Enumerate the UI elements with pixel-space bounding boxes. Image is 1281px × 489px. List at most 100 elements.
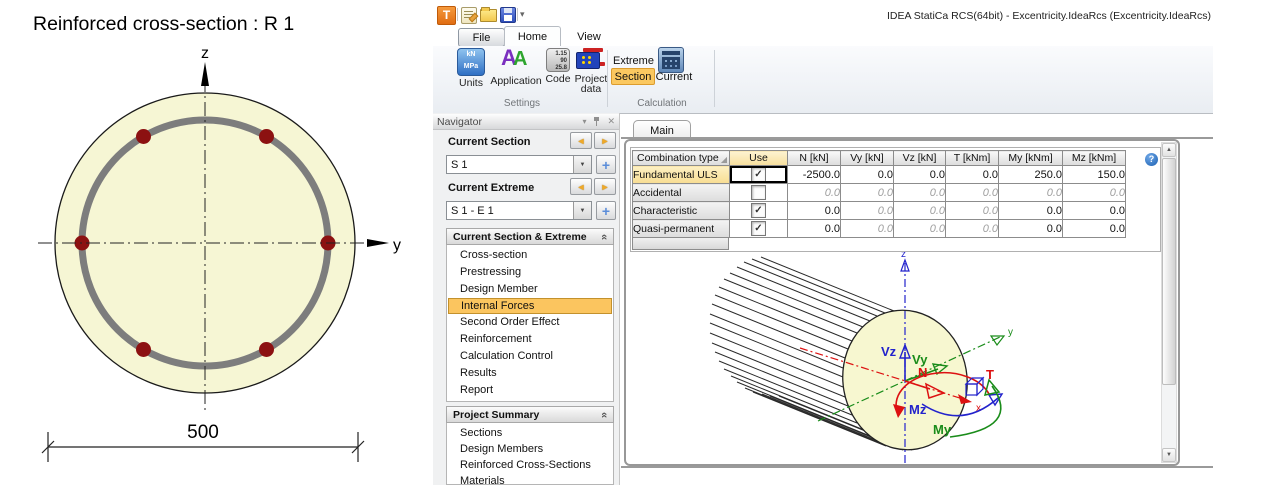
cell-n[interactable]: -2500.0 [788,166,841,184]
cell-n[interactable]: 0.0 [788,184,841,202]
nav-item-second-order-effect[interactable]: Second Order Effect [447,314,613,331]
cell-my[interactable]: 0.0 [999,184,1063,202]
nav-item-design-member[interactable]: Design Member [447,281,613,298]
add-section-button[interactable]: + [596,155,616,174]
cell-t[interactable]: 0.0 [946,220,999,238]
navigator-close-icon[interactable]: ✕ [607,116,615,127]
prev-extreme-button[interactable]: ◄ [570,178,592,195]
cell-mz[interactable]: 0.0 [1063,202,1126,220]
combo-dropdown-icon[interactable]: ▼ [573,202,591,219]
cell-vz[interactable]: 0.0 [894,220,946,238]
code-button[interactable]: 1.159025.8 Code [542,48,574,84]
cell-vy[interactable]: 0.0 [841,184,894,202]
cell-n[interactable]: 0.0 [788,220,841,238]
row-label[interactable]: Fundamental ULS [633,166,730,184]
open-folder-icon[interactable] [480,9,497,22]
cell-t[interactable]: 0.0 [946,202,999,220]
project-data-label: Project data [573,74,609,94]
file-tab[interactable]: File [458,28,505,47]
current-extreme-combo[interactable]: S 1 - E 1 ▼ [446,201,592,220]
col-use[interactable]: Use [730,151,788,166]
current-section-label: Current Section [448,136,531,148]
cell-vy[interactable]: 0.0 [841,220,894,238]
nav-item-internal-forces[interactable]: Internal Forces [448,298,612,314]
project-summary-group: Sections Design Members Reinforced Cross… [446,423,614,485]
row-label[interactable]: Accidental [633,184,730,202]
navigator-pin-icon[interactable] [593,117,600,126]
cell-t[interactable]: 0.0 [946,184,999,202]
nav-item-results[interactable]: Results [447,365,613,382]
cell-vy[interactable]: 0.0 [841,202,894,220]
cell-my[interactable]: 0.0 [999,202,1063,220]
nav-item-report[interactable]: Report [447,382,613,399]
row-label[interactable]: Quasi-permanent [633,220,730,238]
dimension-label: 500 [187,422,219,443]
current-section-value: S 1 [447,159,573,171]
nav-item-reinforced-cross-sections[interactable]: Reinforced Cross-Sections [447,457,613,473]
col-combination-type[interactable]: Combination type ◢ [633,151,730,166]
cell-vz[interactable]: 0.0 [894,166,946,184]
table-row: Accidental ✓ 0.0 0.0 0.0 0.0 0.0 0.0 [633,184,1126,202]
code-label: Code [545,74,570,84]
col-n[interactable]: N [kN] [788,151,841,166]
application-button[interactable]: A A Application [490,48,542,86]
next-section-button[interactable]: ► [594,132,616,149]
add-extreme-button[interactable]: + [596,201,616,220]
table-row: Quasi-permanent ✓ 0.0 0.0 0.0 0.0 0.0 0.… [633,220,1126,238]
scrollbar-thumb[interactable] [1162,158,1176,385]
section-extreme-group-header[interactable]: Current Section & Extreme « [446,228,614,245]
nav-item-calculation-control[interactable]: Calculation Control [447,348,613,365]
row-label[interactable]: Characteristic [633,202,730,220]
help-icon[interactable]: ? [1145,153,1158,166]
cell-mz[interactable]: 150.0 [1063,166,1126,184]
col-my[interactable]: My [kNm] [999,151,1063,166]
use-checkbox-cell[interactable]: ✓ [730,202,788,220]
nav-item-materials[interactable]: Materials [447,473,613,489]
nav-item-reinforcement[interactable]: Reinforcement [447,331,613,348]
cell-vz[interactable]: 0.0 [894,184,946,202]
col-vz[interactable]: Vz [kN] [894,151,946,166]
scroll-down-button[interactable]: ▼ [1162,448,1176,462]
view-tab[interactable]: View [567,28,611,45]
cell-mz[interactable]: 0.0 [1063,220,1126,238]
use-checkbox-cell[interactable]: ✓ [730,166,788,184]
cell-my[interactable]: 250.0 [999,166,1063,184]
current-section-combo[interactable]: S 1 ▼ [446,155,592,174]
cell-mz[interactable]: 0.0 [1063,184,1126,202]
col-vy[interactable]: Vy [kN] [841,151,894,166]
home-tab[interactable]: Home [504,26,561,47]
new-file-icon[interactable] [461,7,477,24]
nav-item-prestressing[interactable]: Prestressing [447,264,613,281]
nav-item-sections[interactable]: Sections [447,425,613,441]
prev-section-button[interactable]: ◄ [570,132,592,149]
extreme-label[interactable]: Extreme [613,55,654,67]
combo-dropdown-icon[interactable]: ▼ [573,156,591,173]
units-button[interactable]: kNMPa Units [452,48,490,88]
cell-t[interactable]: 0.0 [946,166,999,184]
cell-vy[interactable]: 0.0 [841,166,894,184]
nav-item-design-members[interactable]: Design Members [447,441,613,457]
cell-n[interactable]: 0.0 [788,202,841,220]
use-checkbox-cell[interactable]: ✓ [730,220,788,238]
use-checkbox-cell[interactable]: ✓ [730,184,788,202]
navigator-collapse-icon[interactable]: ▾ [582,117,586,126]
section-button[interactable]: Section [611,68,655,85]
cell-my[interactable]: 0.0 [999,220,1063,238]
save-icon[interactable] [500,7,516,23]
app-logo[interactable]: T [437,6,456,25]
cell-vz[interactable]: 0.0 [894,202,946,220]
current-button-label: Current [656,71,693,83]
next-extreme-button[interactable]: ► [594,178,616,195]
y-axis: y [367,237,401,254]
nav-item-cross-section[interactable]: Cross-section [447,247,613,264]
col-mz[interactable]: Mz [kNm] [1063,151,1126,166]
current-button[interactable]: Current [652,68,696,85]
scroll-up-button[interactable]: ▲ [1162,143,1176,157]
col-t[interactable]: T [kNm] [946,151,999,166]
qat-dropdown-icon[interactable]: ▾ [520,9,525,20]
table-row: Characteristic ✓ 0.0 0.0 0.0 0.0 0.0 0.0 [633,202,1126,220]
project-summary-group-header[interactable]: Project Summary « [446,406,614,423]
project-data-button[interactable]: Project data [572,48,610,94]
collapse-chevron-icon: « [598,411,610,417]
group1-title: Current Section & Extreme [453,231,587,243]
